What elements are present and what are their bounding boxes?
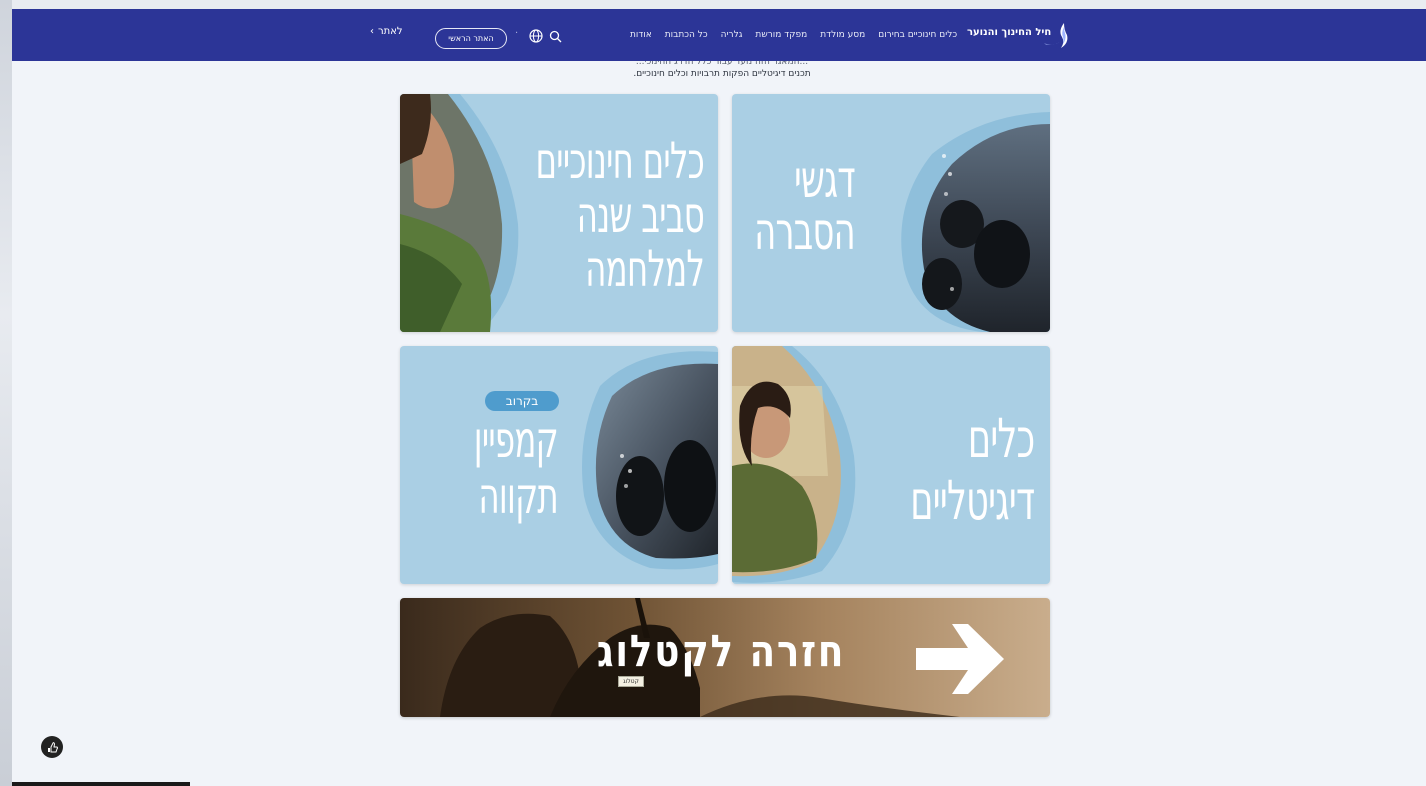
coming-soon-badge: בקרוב [485,391,559,411]
arrow-right-icon [916,624,1004,694]
card-education-tools-line3: למלחמה [585,240,705,298]
browser-left-edge [0,0,12,786]
globe-icon[interactable] [529,29,543,43]
card-education-tools-title: כלים חינוכיים סביב שנה למלחמה [535,134,704,296]
soldiers-silhouette-photo [582,351,718,570]
language-link[interactable]: ‹ לאתר [370,26,403,37]
nav-separator: · [515,28,519,39]
status-bar [12,782,190,786]
card-digital-tools-line1: כלים [967,407,1034,470]
card-digital-tools-title: כלים דיגיטליים [909,407,1035,532]
card-explanation-line1: דגשי [794,150,856,210]
card-education-tools-line2: סביב שנה [576,186,705,244]
menu-item-heritage[interactable]: מפקד מורשת [755,26,807,44]
top-navbar: ‹ לאתר האתר הראשי · אודות כל הכתבות גלרי… [12,9,1426,61]
card-campaign-line1: קמפיין [473,411,559,469]
brand-name[interactable]: חיל החינוך והנוער [967,27,1051,38]
menu-item-articles[interactable]: כל הכתבות [665,26,708,44]
main-menu: אודות כל הכתבות גלריה מפקד מורשת מסע מול… [630,26,957,44]
back-to-catalog-title: חזרה לקטלוג [596,626,845,677]
browser-top-edge [0,0,1426,9]
intro-line-cut: ...המאגר הזה נועד עבור כלל הדרג החינוכי.… [635,61,809,67]
page: ‹ לאתר האתר הראשי · אודות כל הכתבות גלרי… [12,9,1426,786]
chevron-left-icon: ‹ [370,26,374,37]
card-digital-tools[interactable]: כלים דיגיטליים [732,346,1050,584]
card-explanation-line2: הסברה [754,202,855,262]
card-education-tools[interactable]: כלים חינוכיים סביב שנה למלחמה [400,94,718,332]
main-site-button[interactable]: האתר הראשי [435,28,507,49]
language-link-label: לאתר [378,26,403,37]
card-campaign[interactable]: בקרוב קמפיין תקווה [400,346,718,584]
menu-item-about[interactable]: אודות [630,26,652,44]
menu-item-homeland-journey[interactable]: מסע מולדת [820,26,865,44]
search-icon[interactable] [549,30,562,43]
card-explanation[interactable]: דגשי הסברה [732,94,1050,332]
card-campaign-title: קמפיין תקווה [473,411,559,525]
accessibility-icon [48,742,58,753]
menu-item-emergency-tools[interactable]: כלים חינוכיים בחירום [878,26,957,44]
logo-flame-icon[interactable] [1042,21,1076,51]
card-digital-tools-line2: דיגיטליים [909,469,1035,532]
intro-line: תכנים דיגיטליים הפקות תרבויות וכלים חינו… [633,69,811,79]
card-explanation-title: דגשי הסברה [754,154,855,258]
card-education-tools-line1: כלים חינוכיים [535,132,704,190]
card-campaign-line2: תקווה [478,467,559,525]
menu-item-gallery[interactable]: גלריה [721,26,743,44]
intro-text: ...המאגר הזה נועד עבור כלל הדרג החינוכי.… [382,61,1062,81]
back-to-catalog-banner[interactable]: חזרה לקטלוג קטלוג [400,598,1050,717]
catalog-tag: קטלוג [618,676,644,687]
accessibility-button[interactable] [41,736,63,758]
